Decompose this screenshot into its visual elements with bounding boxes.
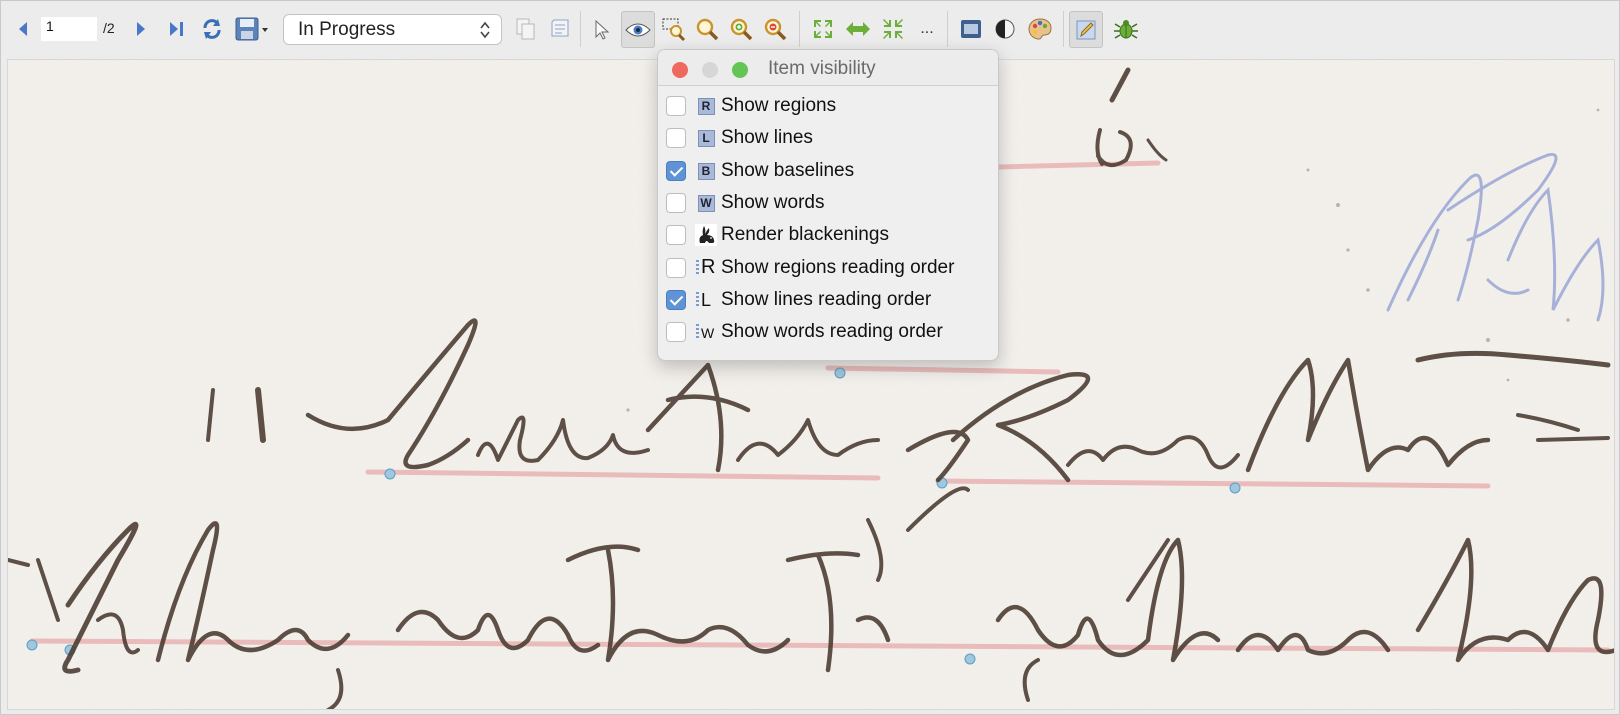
toolbar-separator: [1063, 11, 1064, 47]
save-icon[interactable]: [234, 14, 270, 44]
zoom-icon[interactable]: [693, 15, 721, 43]
more-tools-button[interactable]: ...: [915, 15, 939, 43]
show-regions-reading-order-option[interactable]: R Show regions reading order: [666, 252, 996, 284]
scroll-document-icon[interactable]: [547, 16, 573, 42]
show-baselines-label: Show baselines: [721, 160, 855, 181]
lines-reading-order-icon: L: [695, 289, 717, 311]
words-reading-order-icon: W: [695, 321, 717, 343]
render-blackenings-label: Render blackenings: [721, 224, 889, 245]
zoom-selection-icon[interactable]: [659, 15, 687, 43]
image-panel-icon[interactable]: [957, 15, 985, 43]
show-words-option[interactable]: W Show words: [666, 187, 996, 219]
show-lines-checkbox[interactable]: [666, 128, 686, 148]
show-words-label: Show words: [721, 192, 825, 213]
show-regions-reading-order-label: Show regions reading order: [721, 257, 955, 278]
status-dropdown[interactable]: In Progress: [283, 14, 502, 45]
show-words-reading-order-checkbox[interactable]: [666, 322, 686, 342]
show-words-checkbox[interactable]: [666, 193, 686, 213]
zoom-in-icon[interactable]: [727, 15, 755, 43]
page-total-label: /2: [103, 20, 115, 36]
zoom-out-icon[interactable]: [761, 15, 789, 43]
transkribus-window: 1 /2 In Progress ... Item visibility R S…: [0, 0, 1620, 715]
toolbar-separator: [580, 11, 581, 47]
popup-titlebar: Item visibility: [658, 50, 998, 86]
show-regions-checkbox[interactable]: [666, 96, 686, 116]
show-lines-label: Show lines: [721, 127, 813, 148]
toolbar-separator: [947, 11, 948, 47]
close-window-icon[interactable]: [672, 62, 688, 78]
baseline-badge-icon: B: [695, 160, 717, 182]
select-cursor-icon[interactable]: [586, 11, 618, 48]
show-regions-reading-order-checkbox[interactable]: [666, 258, 686, 278]
status-dropdown-value: In Progress: [298, 18, 396, 40]
show-baselines-option[interactable]: B Show baselines: [666, 155, 996, 187]
updown-chevron-icon: [479, 20, 491, 46]
show-regions-label: Show regions: [721, 95, 837, 116]
reload-icon[interactable]: [199, 15, 225, 43]
last-page-icon[interactable]: [167, 18, 187, 40]
fit-width-icon[interactable]: [843, 15, 873, 43]
regions-reading-order-icon: R: [695, 256, 717, 279]
minimize-window-icon[interactable]: [702, 62, 718, 78]
show-lines-reading-order-option[interactable]: L Show lines reading order: [666, 284, 996, 316]
bug-report-icon[interactable]: [1111, 15, 1141, 43]
popup-title: Item visibility: [768, 58, 876, 79]
show-baselines-checkbox[interactable]: [666, 161, 686, 181]
color-palette-icon[interactable]: [1025, 15, 1055, 43]
item-visibility-popup: Item visibility R Show regions L Show li…: [657, 49, 999, 361]
fit-page-icon[interactable]: [809, 15, 837, 43]
show-words-reading-order-label: Show words reading order: [721, 321, 943, 342]
zoom-window-icon[interactable]: [732, 62, 748, 78]
show-lines-option[interactable]: L Show lines: [666, 122, 996, 154]
render-blackenings-checkbox[interactable]: [666, 225, 686, 245]
copy-icon[interactable]: [513, 16, 539, 42]
region-badge-icon: R: [695, 95, 717, 117]
line-badge-icon: L: [695, 127, 717, 149]
show-lines-reading-order-checkbox[interactable]: [666, 290, 686, 310]
visibility-eye-icon[interactable]: [621, 11, 655, 48]
toolbar-separator: [799, 11, 800, 47]
contrast-icon[interactable]: [991, 15, 1019, 43]
show-lines-reading-order-label: Show lines reading order: [721, 289, 932, 310]
rabbit-icon: [695, 224, 717, 246]
previous-page-icon[interactable]: [15, 18, 31, 40]
original-size-icon[interactable]: [879, 15, 907, 43]
render-blackenings-option[interactable]: Render blackenings: [666, 219, 996, 251]
next-page-icon[interactable]: [133, 18, 149, 40]
edit-pencil-icon[interactable]: [1069, 11, 1103, 48]
page-number-input[interactable]: 1: [41, 17, 97, 41]
word-badge-icon: W: [695, 192, 717, 214]
show-words-reading-order-option[interactable]: W Show words reading order: [666, 316, 996, 348]
show-regions-option[interactable]: R Show regions: [666, 90, 996, 122]
